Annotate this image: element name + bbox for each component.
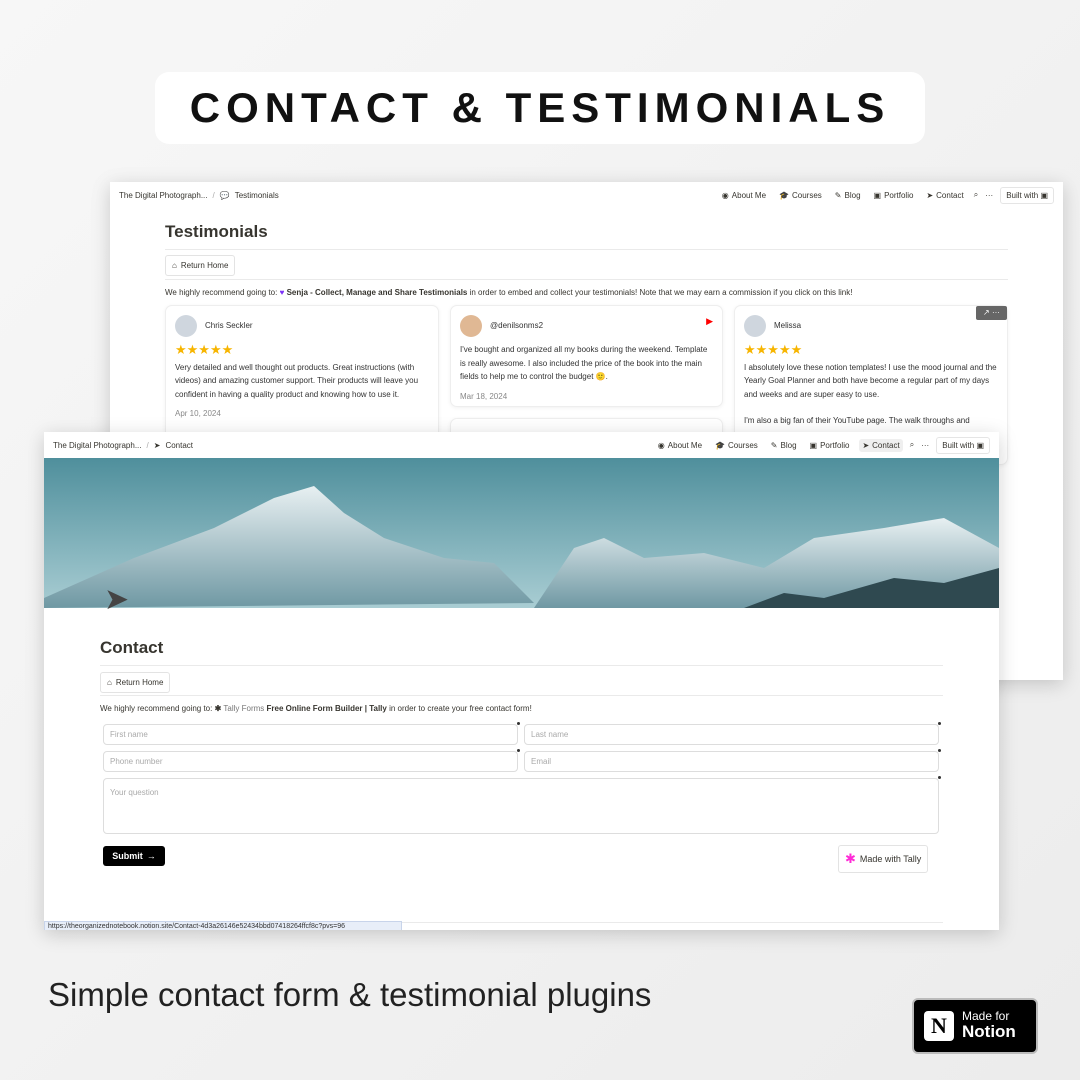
send-icon: ➤ [153, 440, 161, 450]
senja-link[interactable]: Senja - Collect, Manage and Share Testim… [287, 288, 468, 297]
phone-input[interactable]: Phone number [103, 751, 518, 772]
avatar [460, 315, 482, 337]
send-icon: ➤ [862, 440, 870, 450]
made-with-tally-button[interactable]: ✱ Made with Tally [838, 845, 929, 873]
submit-button[interactable]: Submit → [103, 846, 165, 866]
return-home-button[interactable]: ⌂ Return Home [165, 255, 236, 276]
nav-portfolio[interactable]: ▣ Portfolio [871, 189, 917, 202]
avatar [175, 315, 197, 337]
built-with-notion-button[interactable]: Built with ▣ [936, 436, 990, 454]
avatar [744, 315, 766, 337]
tally-link[interactable]: Free Online Form Builder | Tally [267, 704, 387, 713]
user-icon: ◉ [721, 190, 729, 200]
more-icon[interactable]: ··· [921, 441, 929, 450]
email-input[interactable]: Email [524, 751, 939, 772]
grad-cap-icon: 🎓 [779, 190, 789, 200]
star-rating: ★★★★★ [175, 342, 234, 357]
contact-window: The Digital Photograph... / ➤ Contact ◉ Abou… [44, 432, 999, 930]
tally-asterisk-icon: ✱ [214, 704, 222, 713]
topbar: The Digital Photograph... / ➤ Contact ◉ Abou… [44, 432, 999, 458]
nav-blog[interactable]: ✎ Blog [832, 189, 864, 202]
return-home-button[interactable]: ⌂ Return Home [100, 672, 171, 693]
chat-icon: 💬 [219, 190, 230, 200]
testimonial-card: @denilsonms2 ▶ I've bought and organized … [450, 305, 723, 407]
breadcrumb-page[interactable]: Testimonials [235, 191, 279, 200]
status-url: https://theorganizednotebook.notion.site… [44, 921, 402, 930]
nav-courses[interactable]: 🎓 Courses [776, 189, 825, 202]
notion-logo-icon: N [924, 1011, 954, 1041]
nav-portfolio[interactable]: ▣ Portfolio [807, 439, 853, 452]
pen-list-icon: ✎ [834, 190, 842, 200]
embed-controls[interactable]: ↗ ··· [976, 306, 1007, 320]
home-icon: ⌂ [172, 261, 177, 270]
search-icon[interactable]: ⌕ [910, 440, 914, 450]
nav-blog[interactable]: ✎ Blog [768, 439, 800, 452]
tally-asterisk-icon: ✱ [845, 851, 856, 866]
topbar: The Digital Photograph... / 💬 Testimonials … [110, 182, 1063, 208]
made-for-notion-badge: N Made for Notion [912, 998, 1038, 1054]
more-icon[interactable]: ··· [985, 191, 993, 200]
heart-icon: ♥ [279, 288, 285, 297]
send-icon: ➤ [926, 190, 934, 200]
search-icon[interactable]: ⌕ [974, 190, 978, 200]
youtube-icon: ▶ [706, 316, 713, 326]
caption: Simple contact form & testimonial plugin… [48, 976, 652, 1013]
built-with-notion-button[interactable]: Built with ▣ [1000, 186, 1054, 204]
breadcrumb-site[interactable]: The Digital Photograph... [53, 441, 142, 450]
page-icon-paper-plane: ➤ [104, 583, 130, 616]
recommend-text: We highly recommend going to: ♥ Senja - … [165, 288, 853, 297]
page-title: Testimonials [165, 222, 268, 241]
home-icon: ⌂ [107, 678, 112, 687]
nav-courses[interactable]: 🎓 Courses [712, 439, 761, 452]
page-title: Contact [100, 638, 164, 657]
user-icon: ◉ [657, 440, 665, 450]
last-name-input[interactable]: Last name [524, 724, 939, 745]
image-icon: ▣ [809, 440, 818, 450]
star-rating: ★★★★★ [744, 342, 803, 357]
grad-cap-icon: 🎓 [715, 440, 725, 450]
nav-about[interactable]: ◉ About Me [655, 439, 705, 452]
testimonial-card: Chris Seckler ★★★★★ Very detailed and we… [165, 305, 439, 445]
question-textarea[interactable]: Your question [103, 778, 939, 834]
recommend-text: We highly recommend going to: ✱ Tally Fo… [100, 704, 532, 713]
breadcrumb-page[interactable]: Contact [165, 441, 193, 450]
first-name-input[interactable]: First name [103, 724, 518, 745]
nav-contact[interactable]: ➤ Contact [859, 438, 903, 452]
pen-list-icon: ✎ [770, 440, 778, 450]
nav-contact[interactable]: ➤ Contact [923, 189, 966, 202]
nav-about[interactable]: ◉ About Me [719, 189, 769, 202]
breadcrumb-site[interactable]: The Digital Photograph... [119, 191, 208, 200]
mountain-banner [44, 458, 999, 608]
image-icon: ▣ [873, 190, 882, 200]
arrow-right-icon: → [146, 851, 156, 861]
headline: CONTACT & TESTIMONIALS [155, 72, 925, 144]
